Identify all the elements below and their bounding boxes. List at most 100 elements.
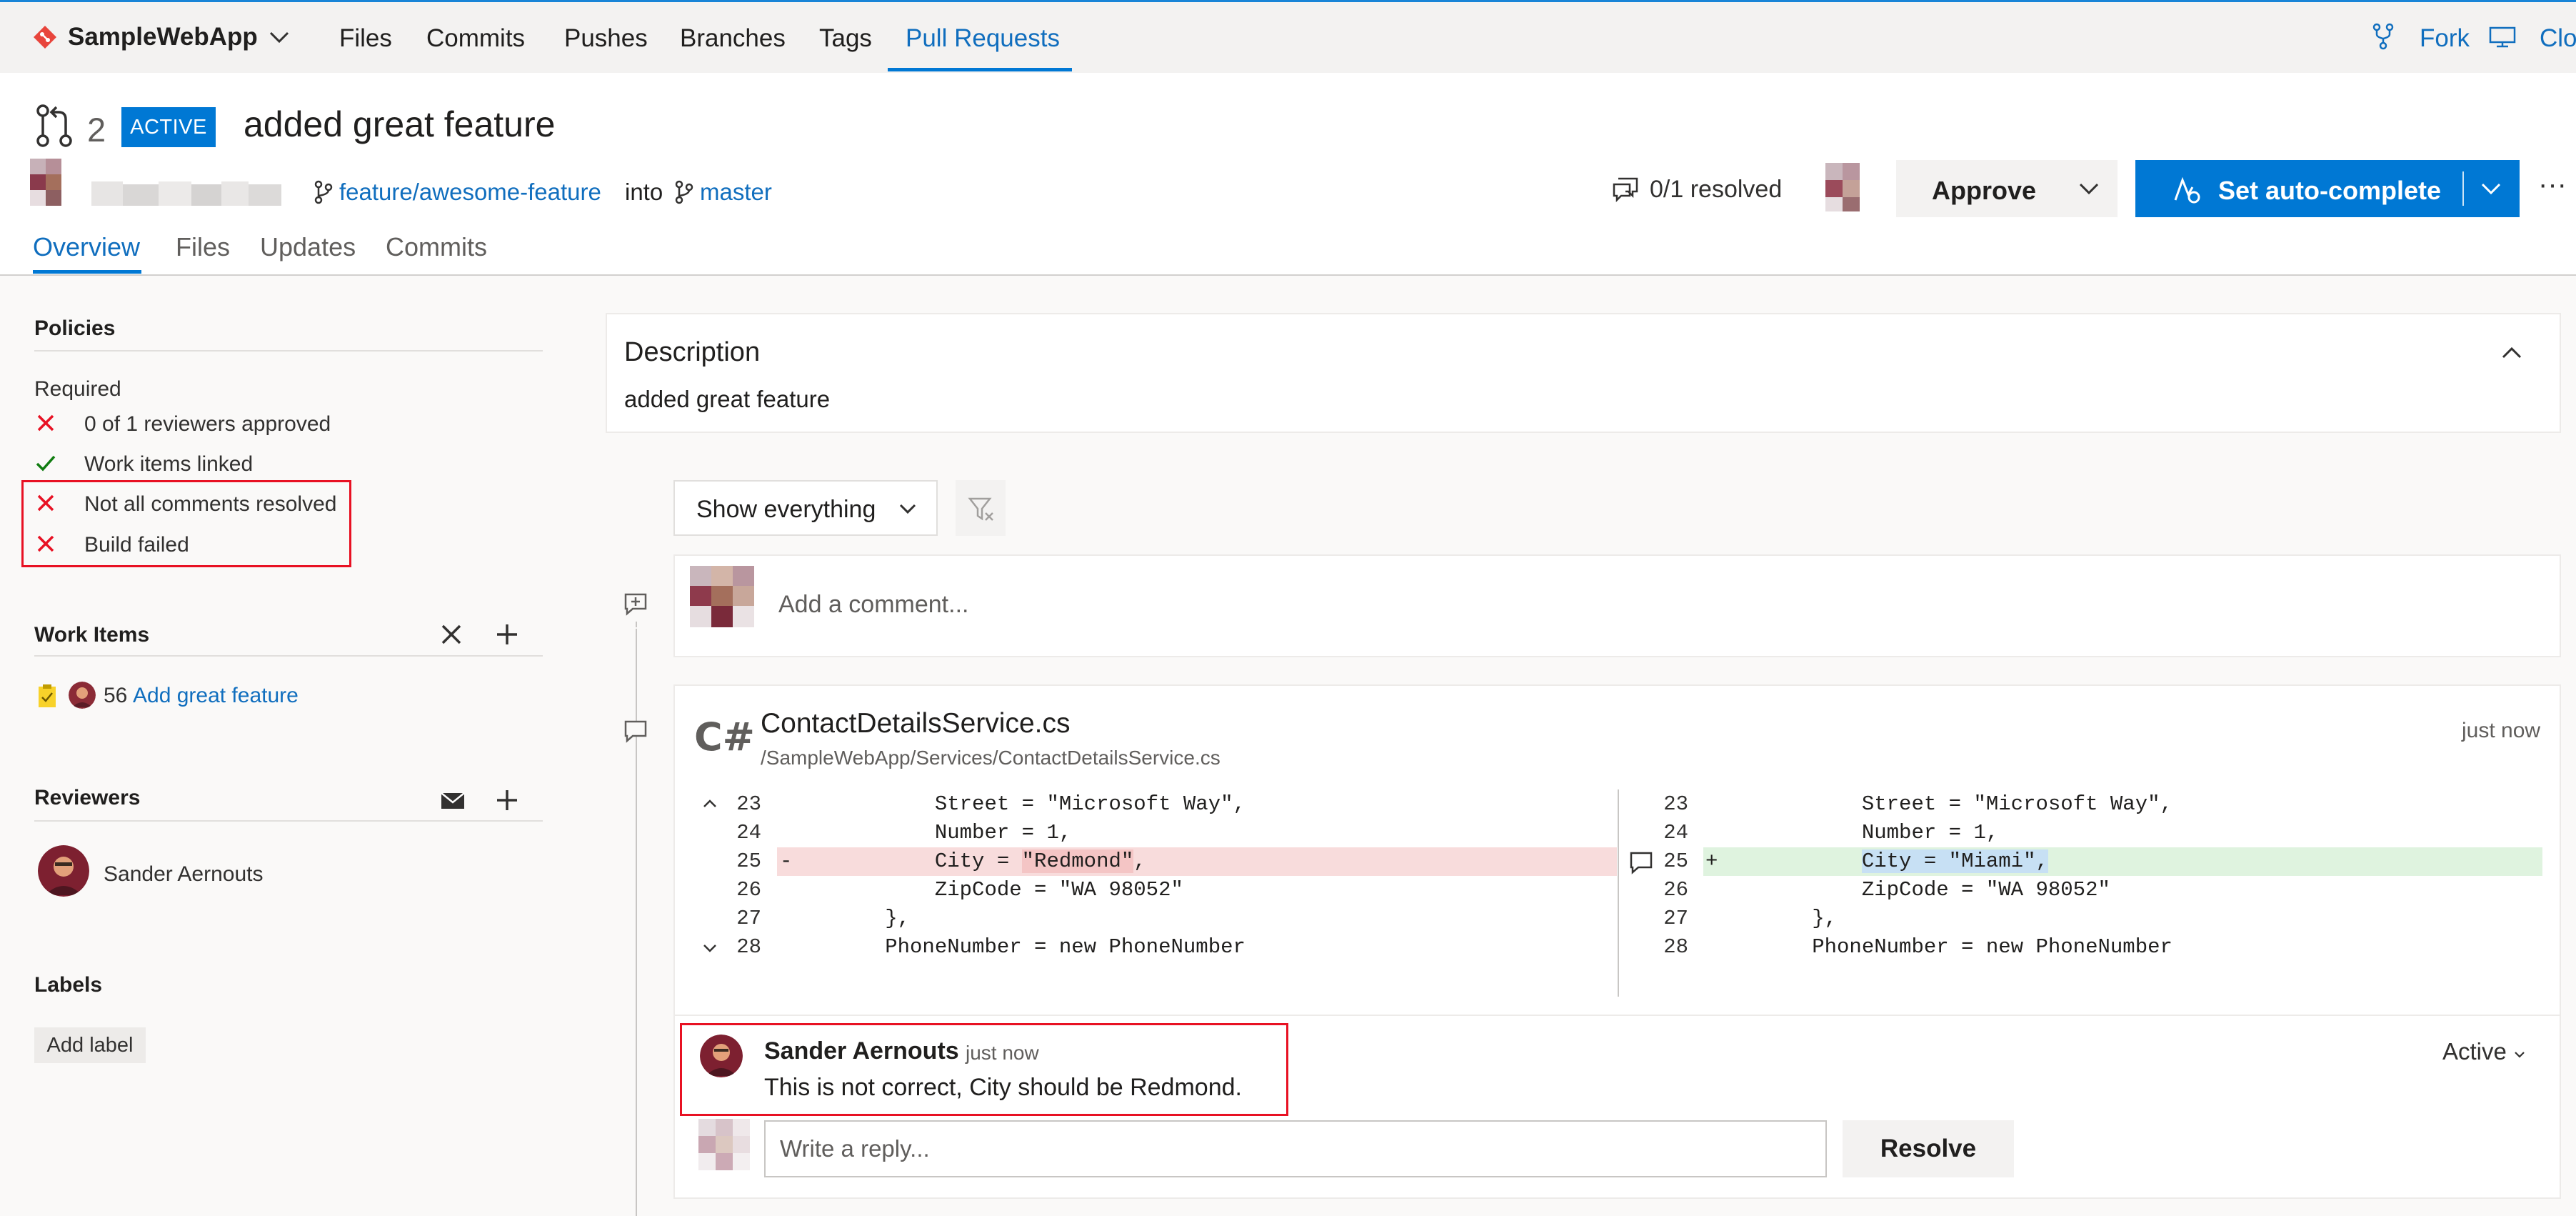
line-number: 27 bbox=[736, 907, 761, 930]
comment-timestamp: just now bbox=[966, 1042, 1039, 1064]
into-label: into bbox=[625, 179, 663, 205]
clone-icon[interactable] bbox=[2488, 26, 2517, 49]
tab-commits[interactable]: Commits bbox=[386, 232, 487, 262]
button-divider bbox=[2462, 171, 2464, 206]
divider bbox=[34, 655, 543, 657]
thread-status-dropdown[interactable]: Active bbox=[2442, 1038, 2526, 1065]
line-number: 24 bbox=[736, 821, 761, 844]
work-item-icon bbox=[39, 684, 56, 707]
line-number: 28 bbox=[1663, 935, 1688, 959]
highlight-box bbox=[21, 480, 351, 567]
code-line-added: City = "Miami", bbox=[1713, 847, 2048, 876]
code-line-deleted: City = "Redmond", bbox=[786, 847, 1146, 876]
activity-filter-dropdown[interactable]: Show everything bbox=[673, 480, 938, 536]
comment-text: This is not correct, City should be Redm… bbox=[764, 1074, 1242, 1101]
code-line: PhoneNumber = new PhoneNumber bbox=[1713, 935, 2172, 959]
reply-input[interactable] bbox=[764, 1120, 1827, 1177]
line-number: 26 bbox=[1663, 878, 1688, 902]
clone-button[interactable]: Clone bbox=[2540, 24, 2576, 53]
diff-divider bbox=[1618, 789, 1619, 997]
chevron-down-icon[interactable] bbox=[2477, 177, 2505, 200]
work-item-id: 56 bbox=[104, 684, 128, 707]
tab-overview[interactable]: Overview bbox=[33, 232, 140, 262]
set-auto-complete-button[interactable]: Set auto-complete bbox=[2135, 160, 2520, 217]
code-line: Number = 1, bbox=[786, 821, 1072, 844]
reviewer-avatar bbox=[38, 845, 89, 897]
branch-icon bbox=[314, 180, 333, 204]
filter-clear-icon bbox=[968, 497, 993, 521]
reviewer-name: Sander Aernouts bbox=[104, 862, 264, 886]
work-items-title: Work Items bbox=[34, 623, 150, 647]
chevron-down-icon[interactable] bbox=[2075, 177, 2103, 200]
chevron-up-icon[interactable] bbox=[2497, 342, 2526, 364]
work-item-link[interactable]: Add great feature bbox=[133, 684, 299, 708]
add-icon[interactable] bbox=[493, 786, 521, 814]
code-segment-changed: City = "Miami", bbox=[1861, 849, 2048, 873]
tab-pushes[interactable]: Pushes bbox=[564, 24, 648, 53]
approve-button[interactable]: Approve bbox=[1896, 160, 2118, 217]
top-navigation-bar: SampleWebApp Files Commits Pushes Branch… bbox=[0, 0, 2576, 73]
target-branch-link[interactable]: master bbox=[700, 179, 772, 206]
top-accent-line bbox=[0, 0, 2576, 2]
line-number: 23 bbox=[1663, 792, 1688, 816]
labels-title: Labels bbox=[34, 973, 103, 997]
repo-name[interactable]: SampleWebApp bbox=[68, 23, 258, 51]
line-number: 25 bbox=[1663, 849, 1688, 873]
chevron-down-icon[interactable] bbox=[266, 26, 292, 49]
code-line: Number = 1, bbox=[1713, 821, 1999, 844]
pull-request-icon bbox=[36, 104, 72, 147]
check-icon bbox=[36, 455, 56, 472]
divider bbox=[34, 820, 543, 822]
file-path: /SampleWebApp/Services/ContactDetailsSer… bbox=[761, 747, 1221, 769]
comment-author: Sander Aernouts bbox=[764, 1037, 959, 1065]
code-segment: City = bbox=[786, 849, 1022, 873]
pull-request-number: 2 bbox=[87, 111, 106, 149]
tab-commits[interactable]: Commits bbox=[426, 24, 525, 53]
tab-files[interactable]: Files bbox=[339, 24, 392, 53]
clear-filter-button[interactable] bbox=[956, 480, 1006, 536]
add-comment-icon bbox=[624, 593, 647, 616]
code-line: PhoneNumber = new PhoneNumber bbox=[786, 935, 1246, 959]
activity-filter-label: Show everything bbox=[696, 496, 876, 523]
tab-tags[interactable]: Tags bbox=[819, 24, 872, 53]
code-line: ZipCode = "WA 98052" bbox=[1713, 878, 2110, 902]
csharp-file-icon: C# bbox=[694, 714, 755, 759]
line-number: 28 bbox=[736, 935, 761, 959]
add-comment-input[interactable]: Add a comment... bbox=[778, 591, 968, 619]
resolve-button[interactable]: Resolve bbox=[1843, 1120, 2014, 1177]
comments-icon bbox=[1613, 177, 1638, 203]
description-text: added great feature bbox=[624, 386, 831, 412]
line-number: 25 bbox=[736, 849, 761, 873]
fork-icon[interactable] bbox=[2371, 23, 2395, 50]
tab-pull-requests[interactable]: Pull Requests bbox=[906, 24, 1060, 53]
git-repo-icon bbox=[34, 26, 56, 49]
active-subtab-indicator bbox=[33, 270, 141, 274]
tab-branches[interactable]: Branches bbox=[680, 24, 786, 53]
line-number: 26 bbox=[736, 878, 761, 902]
code-line: ZipCode = "WA 98052" bbox=[786, 878, 1183, 902]
page-title: added great feature bbox=[244, 104, 556, 144]
failed-x-icon bbox=[37, 414, 54, 432]
branch-icon bbox=[675, 180, 693, 204]
tab-updates[interactable]: Updates bbox=[260, 232, 356, 262]
source-branch-link[interactable]: feature/awesome-feature bbox=[339, 179, 601, 206]
tab-files[interactable]: Files bbox=[176, 232, 230, 262]
code-segment: , bbox=[1133, 849, 1146, 873]
set-auto-complete-label: Set auto-complete bbox=[2218, 176, 2442, 205]
add-icon[interactable] bbox=[493, 620, 521, 649]
file-timestamp: just now bbox=[2462, 719, 2541, 742]
mail-icon[interactable] bbox=[438, 786, 467, 814]
more-actions-button[interactable]: ··· bbox=[2538, 169, 2567, 201]
description-card bbox=[606, 313, 2561, 433]
code-line: Street = "Microsoft Way", bbox=[786, 792, 1246, 816]
close-icon[interactable] bbox=[437, 620, 466, 649]
add-label-button[interactable]: Add label bbox=[34, 1027, 146, 1063]
divider bbox=[34, 350, 543, 352]
code-line: Street = "Microsoft Way", bbox=[1713, 792, 2172, 816]
fork-button[interactable]: Fork bbox=[2420, 24, 2470, 53]
required-label: Required bbox=[34, 377, 121, 401]
file-name[interactable]: ContactDetailsService.cs bbox=[761, 708, 1071, 739]
reviewers-title: Reviewers bbox=[34, 786, 141, 809]
line-number: 27 bbox=[1663, 907, 1688, 930]
